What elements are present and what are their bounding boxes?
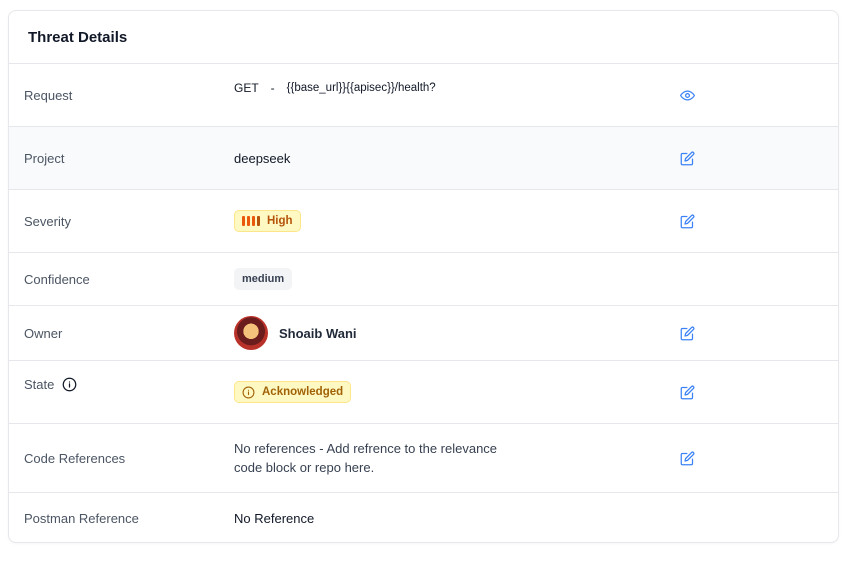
threat-details-card: Threat Details Request GET - {{base_url}… [8, 10, 839, 543]
severity-text: High [267, 215, 293, 227]
state-badge: Acknowledged [234, 381, 352, 403]
row-postman-reference: Postman Reference No Reference [9, 493, 838, 542]
edit-icon [680, 385, 694, 399]
severity-bar [252, 216, 255, 226]
edit-icon [680, 326, 694, 340]
code-references-label: Code References [24, 450, 126, 466]
info-circle-icon [242, 386, 255, 398]
severity-bar [247, 216, 250, 226]
state-label: State [24, 377, 77, 392]
severity-value: High [234, 210, 301, 232]
severity-badge: High [234, 210, 301, 232]
owner-name: Shoaib Wani [279, 325, 357, 341]
code-references-text: No references - Add refrence to the rele… [234, 441, 498, 475]
edit-state-button[interactable] [679, 384, 695, 400]
state-value: Acknowledged [234, 381, 352, 403]
postman-reference-label: Postman Reference [24, 510, 139, 526]
row-owner: Owner Shoaib Wani [9, 306, 838, 361]
edit-severity-button[interactable] [679, 213, 695, 229]
card-title: Threat Details [28, 28, 128, 46]
view-request-button[interactable] [679, 87, 695, 103]
edit-icon [680, 214, 694, 228]
request-url: {{base_url}}{{apisec}}/health? [286, 82, 436, 94]
edit-owner-button[interactable] [679, 325, 695, 341]
request-separator: - [270, 81, 275, 95]
row-severity: Severity High [9, 190, 838, 253]
avatar [234, 316, 268, 350]
edit-icon [680, 151, 694, 165]
confidence-value: medium [234, 268, 293, 290]
code-references-value: No references - Add refrence to the rele… [234, 439, 524, 477]
severity-bar [257, 216, 260, 226]
edit-code-references-button[interactable] [679, 450, 695, 466]
state-text: Acknowledged [262, 386, 344, 398]
eye-icon [679, 90, 695, 100]
severity-label: Severity [24, 213, 71, 229]
postman-reference-value: No Reference [234, 510, 315, 526]
request-value: GET - {{base_url}}{{apisec}}/health? [234, 81, 436, 95]
project-value: deepseek [234, 150, 291, 166]
edit-icon [680, 451, 694, 465]
row-state: State Acknowledged [9, 361, 838, 424]
request-method: GET [234, 81, 259, 95]
row-project: Project deepseek [9, 127, 838, 190]
owner-value: Shoaib Wani [234, 316, 357, 350]
info-icon[interactable] [62, 377, 77, 392]
row-confidence: Confidence medium [9, 253, 838, 306]
row-code-references: Code References No references - Add refr… [9, 424, 838, 493]
state-label-text: State [24, 377, 55, 392]
severity-bars-icon [242, 216, 260, 226]
confidence-label: Confidence [24, 271, 90, 287]
edit-project-button[interactable] [679, 150, 695, 166]
row-request: Request GET - {{base_url}}{{apisec}}/hea… [9, 64, 838, 127]
severity-bar [242, 216, 245, 226]
owner-label: Owner [24, 325, 63, 341]
card-header: Threat Details [9, 11, 838, 64]
project-label: Project [24, 150, 65, 166]
confidence-badge: medium [234, 268, 293, 290]
request-label: Request [24, 87, 73, 103]
